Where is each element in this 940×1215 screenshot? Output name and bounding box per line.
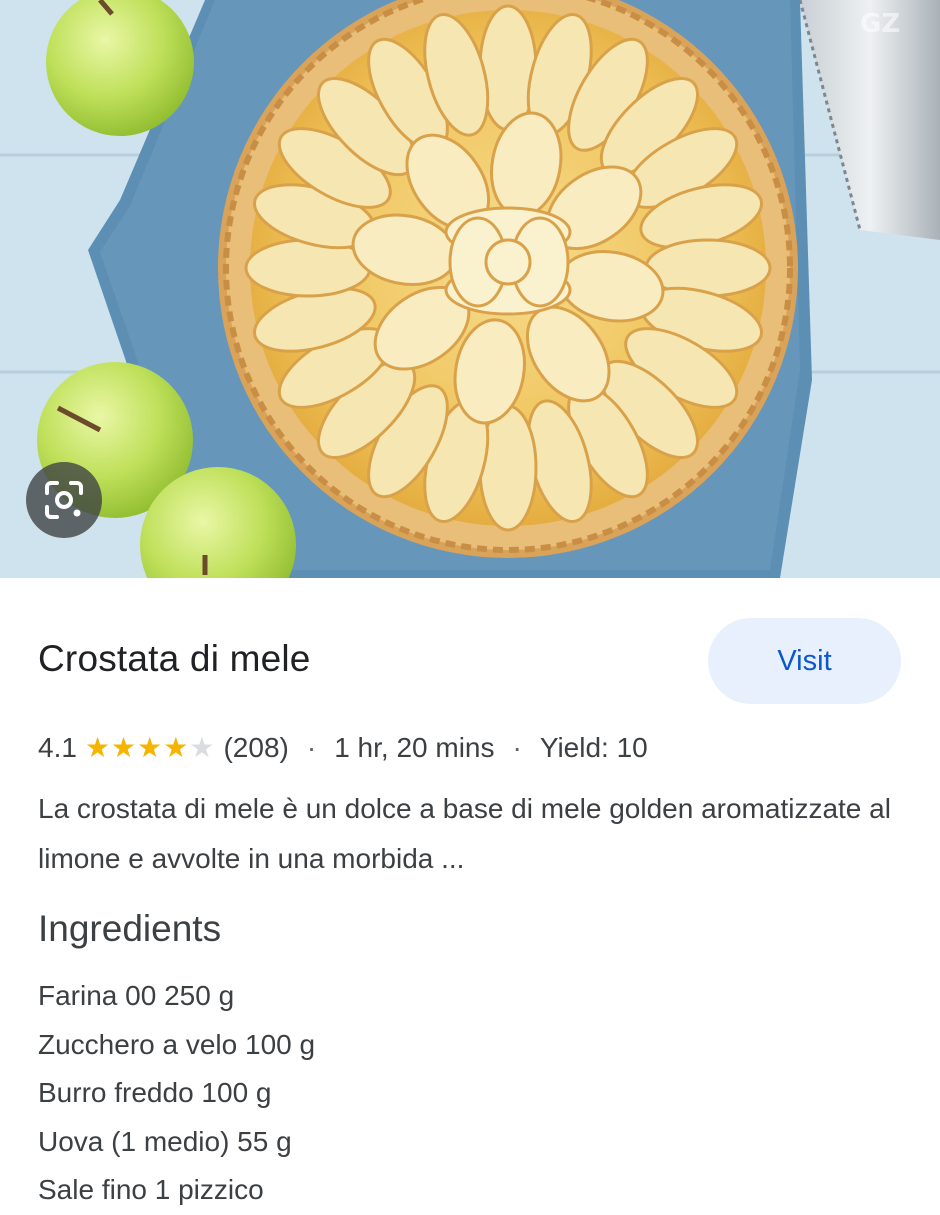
ingredients-list: Farina 00 250 g Zucchero a velo 100 g Bu… (38, 972, 315, 1215)
star-icon: ★ (163, 732, 189, 763)
star-icon: ★ (137, 732, 163, 763)
recipe-image[interactable]: GZ (0, 0, 940, 578)
ingredient-item: Farina 00 250 g (38, 980, 235, 1011)
camera-lens-icon (45, 481, 83, 519)
separator-dot: · (512, 732, 522, 763)
recipe-title[interactable]: Crostata di mele (38, 638, 311, 680)
recipe-card: Crostata di mele Visit 4.1 ★ ★ ★ ★ ★ (20… (0, 578, 940, 1205)
star-icon: ★ (189, 732, 215, 763)
ingredient-item: Sale fino 1 pizzico (38, 1174, 264, 1205)
separator-dot: · (306, 732, 317, 763)
lens-search-button[interactable] (26, 462, 102, 538)
recipe-meta-row: 4.1 ★ ★ ★ ★ ★ (208) · 1 hr, 20 mins · Yi… (38, 728, 648, 768)
recipe-description: La crostata di mele è un dolce a base di… (38, 793, 891, 874)
star-rating: ★ ★ ★ ★ ★ (85, 734, 216, 762)
recipe-yield: Yield: 10 (539, 732, 648, 763)
rating-value: 4.1 (38, 732, 77, 763)
review-count: (208) (223, 732, 289, 763)
apple-tart-photo: GZ (0, 0, 940, 578)
ingredient-item: Zucchero a velo 100 g (38, 1028, 316, 1060)
star-icon: ★ (84, 732, 111, 763)
star-icon: ★ (111, 732, 137, 763)
ingredients-heading: Ingredients (38, 908, 222, 949)
ingredient-item: Uova (1 medio) 55 g (38, 1125, 292, 1157)
ingredient-item: Burro freddo 100 g (38, 1077, 272, 1108)
cook-time: 1 hr, 20 mins (334, 732, 495, 763)
watermark-logo: GZ (860, 9, 900, 39)
visit-button[interactable]: Visit (708, 618, 901, 704)
